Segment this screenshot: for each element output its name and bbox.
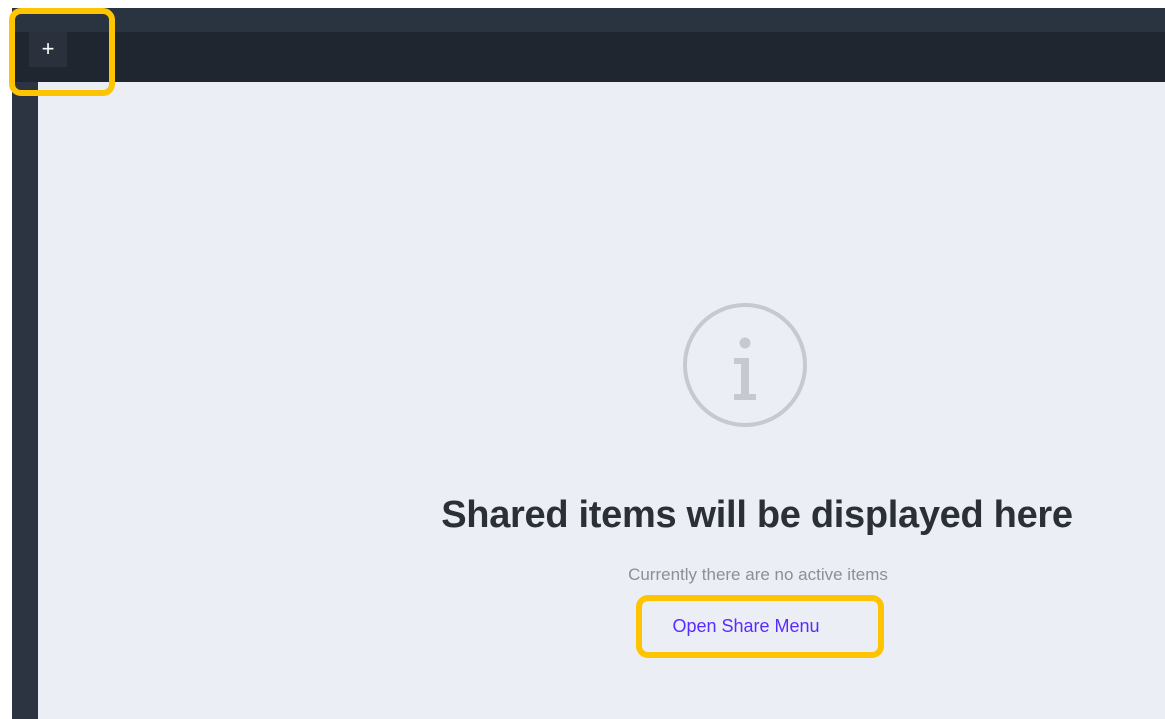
empty-state-title: Shared items will be displayed here [441,494,1073,536]
main-content [38,82,1165,719]
tab-bar [12,32,1165,82]
left-rail [12,82,38,719]
info-icon [683,303,807,427]
highlight-open-share-menu [636,595,884,658]
window-top-strip [12,8,1165,32]
app-window [12,8,1165,719]
highlight-add-button [9,8,115,96]
empty-state-subtitle: Currently there are no active items [628,565,888,584]
